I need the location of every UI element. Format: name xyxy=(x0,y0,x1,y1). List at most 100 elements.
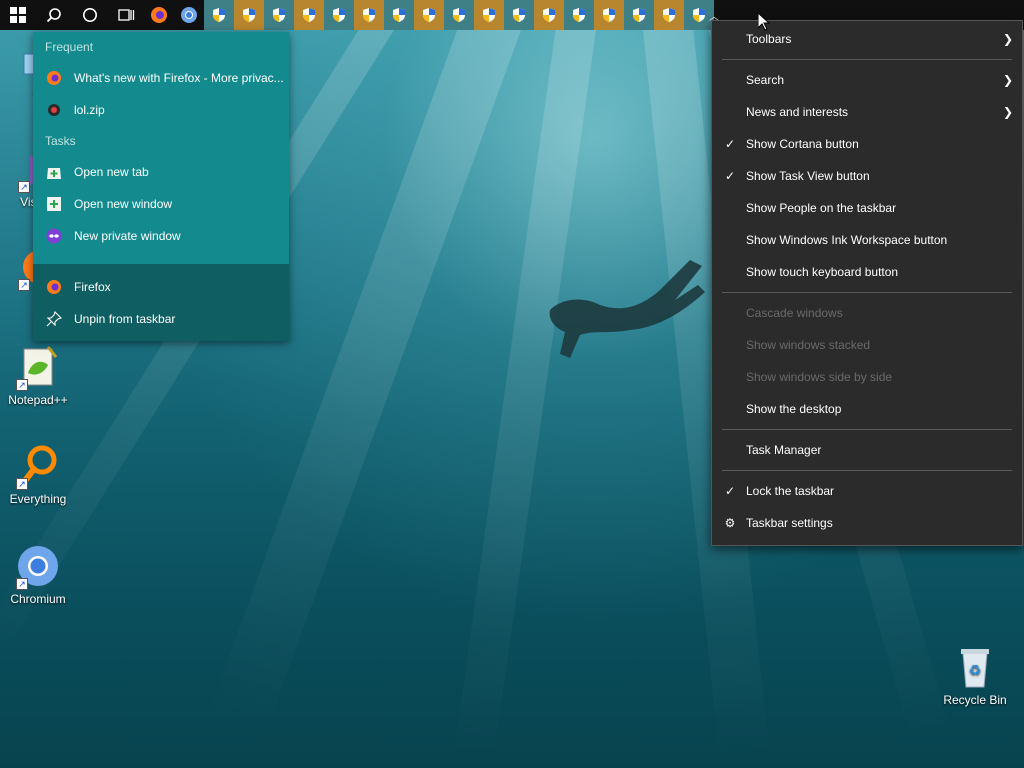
recycle-bin-icon: ♻ xyxy=(951,643,999,691)
menu-item-task-manager[interactable]: Task Manager xyxy=(712,434,1022,466)
task-view-button[interactable] xyxy=(108,0,144,30)
gear-icon: ⚙ xyxy=(724,516,736,530)
jump-task-open-new-tab[interactable]: Open new tab xyxy=(33,156,289,188)
taskbar-context-menu: Toolbars ❯ Search ❯ News and interests ❯ ✓ S… xyxy=(711,20,1023,546)
jump-task-new-private-window[interactable]: New private window xyxy=(33,220,289,252)
taskbar-pinned-shortcut[interactable] xyxy=(564,0,594,30)
menu-item-show-task-view-button[interactable]: ✓ Show Task View button xyxy=(712,160,1022,192)
jump-unpin-from-taskbar[interactable]: Unpin from taskbar xyxy=(33,303,289,335)
checkmark-icon: ✓ xyxy=(724,484,736,498)
taskbar-chromium-button[interactable] xyxy=(174,0,204,30)
firefox-icon xyxy=(45,69,63,87)
shortcut-arrow-icon: ↗ xyxy=(16,578,28,590)
cortana-button[interactable] xyxy=(72,0,108,30)
taskbar-pinned-shortcut[interactable] xyxy=(204,0,234,30)
taskbar-pinned-shortcut[interactable] xyxy=(474,0,504,30)
shortcut-arrow-icon: ↗ xyxy=(18,279,30,291)
desktop-icon-recycle-bin[interactable]: ♻ Recycle Bin xyxy=(937,643,1013,707)
chromium-icon: ↗ xyxy=(14,542,62,590)
desktop-icon-chromium[interactable]: ↗ Chromium xyxy=(0,542,76,606)
task-view-icon xyxy=(118,9,135,21)
jump-app-firefox[interactable]: Firefox xyxy=(33,271,289,303)
frequent-header: Frequent xyxy=(45,40,94,54)
checkmark-icon: ✓ xyxy=(724,137,736,151)
desktop-icon-notepadpp[interactable]: ↗ Notepad++ xyxy=(0,343,76,407)
shield-icon xyxy=(243,8,255,22)
shield-icon xyxy=(663,8,675,22)
taskbar-pinned-shortcut[interactable] xyxy=(504,0,534,30)
cortana-icon xyxy=(83,8,97,22)
start-button[interactable] xyxy=(0,0,36,30)
menu-item-show-windows-side-by-side: Show windows side by side xyxy=(746,370,893,384)
chromium-icon xyxy=(181,7,197,23)
taskbar-pinned-shortcut[interactable] xyxy=(264,0,294,30)
menu-item-show-touch-keyboard[interactable]: Show touch keyboard button xyxy=(712,256,1022,288)
taskbar-firefox-button[interactable] xyxy=(144,0,174,30)
shield-icon xyxy=(393,8,405,22)
jump-item-frequent[interactable]: lol.zip xyxy=(33,94,289,126)
windows-logo-icon xyxy=(10,7,26,23)
shield-icon xyxy=(423,8,435,22)
shortcut-arrow-icon: ↗ xyxy=(16,478,28,490)
swimmer-image xyxy=(549,260,705,358)
menu-item-show-windows-ink[interactable]: Show Windows Ink Workspace button xyxy=(712,224,1022,256)
shield-icon xyxy=(543,8,555,22)
new-window-icon xyxy=(45,195,63,213)
shield-icon xyxy=(603,8,615,22)
shield-icon xyxy=(453,8,465,22)
menu-item-show-people[interactable]: Show People on the taskbar xyxy=(712,192,1022,224)
desktop-icon-everything[interactable]: ↗ Everything xyxy=(0,442,76,506)
taskbar-pinned-shortcut[interactable] xyxy=(324,0,354,30)
firefox-icon xyxy=(151,7,167,23)
shield-icon xyxy=(213,8,225,22)
menu-item-search[interactable]: Search ❯ xyxy=(712,64,1022,96)
shield-icon xyxy=(633,8,645,22)
everything-icon: ↗ xyxy=(14,442,62,490)
taskbar-pinned-shortcut[interactable] xyxy=(234,0,264,30)
jump-task-open-new-window[interactable]: Open new window xyxy=(33,188,289,220)
private-window-icon xyxy=(45,227,63,245)
menu-separator xyxy=(722,429,1012,430)
firefox-jump-list: Frequent What's new with Firefox - More … xyxy=(33,32,289,341)
taskbar-pinned-shortcut[interactable] xyxy=(624,0,654,30)
menu-item-show-cortana-button[interactable]: ✓ Show Cortana button xyxy=(712,128,1022,160)
menu-item-news-and-interests[interactable]: News and interests ❯ xyxy=(712,96,1022,128)
shield-icon xyxy=(483,8,495,22)
shield-icon xyxy=(333,8,345,22)
jump-list-app-section: Firefox Unpin from taskbar xyxy=(33,264,289,341)
shield-icon xyxy=(273,8,285,22)
tasks-header: Tasks xyxy=(45,134,76,148)
taskbar-pinned-shortcut[interactable] xyxy=(354,0,384,30)
chevron-right-icon: ❯ xyxy=(1002,32,1013,46)
taskbar-pinned-shortcut[interactable] xyxy=(594,0,624,30)
svg-text:♻: ♻ xyxy=(969,663,982,679)
mouse-cursor-icon xyxy=(758,13,770,31)
menu-item-show-windows-stacked: Show windows stacked xyxy=(746,338,871,352)
menu-item-cascade-windows: Cascade windows xyxy=(746,306,843,320)
shield-icon xyxy=(303,8,315,22)
shield-icon xyxy=(513,8,525,22)
firefox-icon xyxy=(45,278,63,296)
menu-separator xyxy=(722,59,1012,60)
chevron-right-icon: ❯ xyxy=(1002,105,1013,119)
menu-item-show-the-desktop[interactable]: Show the desktop xyxy=(712,393,1022,425)
chevron-right-icon: ❯ xyxy=(1002,73,1013,87)
taskbar-pinned-shortcut[interactable] xyxy=(414,0,444,30)
taskbar-pinned-shortcut[interactable] xyxy=(534,0,564,30)
jump-item-frequent[interactable]: What's new with Firefox - More privac... xyxy=(33,62,289,94)
search-button[interactable] xyxy=(36,0,72,30)
taskbar-pinned-shortcut[interactable] xyxy=(444,0,474,30)
taskbar-pinned-shortcut[interactable] xyxy=(384,0,414,30)
checkmark-icon: ✓ xyxy=(724,169,736,183)
menu-separator xyxy=(722,292,1012,293)
search-icon xyxy=(46,8,61,23)
menu-item-lock-the-taskbar[interactable]: ✓ Lock the taskbar xyxy=(712,475,1022,507)
new-tab-icon xyxy=(45,163,63,181)
unpin-icon xyxy=(45,310,63,328)
menu-item-taskbar-settings[interactable]: ⚙ Taskbar settings xyxy=(712,507,1022,539)
shortcut-arrow-icon: ↗ xyxy=(16,379,28,391)
taskbar-pinned-shortcut[interactable] xyxy=(294,0,324,30)
menu-separator xyxy=(722,470,1012,471)
taskbar-pinned-shortcut[interactable] xyxy=(654,0,684,30)
notepadpp-icon: ↗ xyxy=(14,343,62,391)
